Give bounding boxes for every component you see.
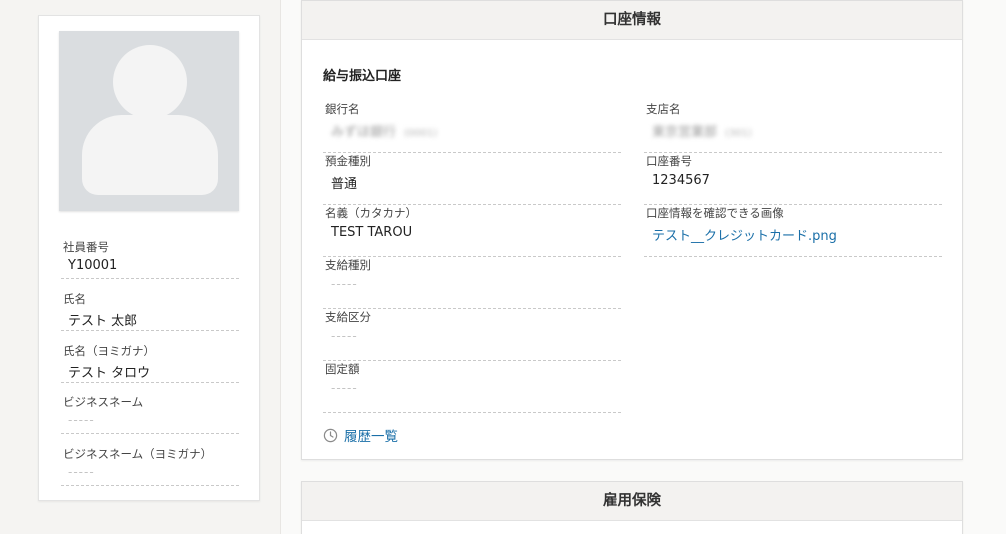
account-image-link[interactable]: テスト__クレジットカード.png [652,225,837,244]
field-value: Y10001 [68,258,118,273]
clock-icon [323,428,338,442]
employee-number-field: 社員番号 Y10001 [61,227,239,279]
field-label: 氏名（ヨミガナ） [63,344,155,358]
branch-name-field: 支店名 東京営業部 (301) [644,101,942,153]
account-image-field: 口座情報を確認できる画像 テスト__クレジットカード.png [644,205,942,257]
bank-code-value: (0001) [404,128,438,139]
field-value: ----- [331,329,358,343]
name-field: 氏名 テスト 太郎 [61,279,239,331]
field-value: テスト タロウ [68,366,151,381]
business-name-field: ビジネスネーム ----- [61,382,239,434]
avatar [59,31,239,211]
card-title: 口座情報 [302,1,962,40]
name-kana-field: 氏名（ヨミガナ） テスト タロウ [61,331,239,383]
business-name-kana-field: ビジネスネーム（ヨミガナ） ----- [61,434,239,486]
bank-name-value: みずほ銀行 [331,125,397,140]
fixed-amount-field: 固定額 ----- [323,361,621,413]
payment-type-field: 支給種別 ----- [323,257,621,309]
field-value: 普通 [331,177,358,192]
field-value: TEST TAROU [331,225,413,240]
field-label: 支給種別 [325,258,371,272]
column-divider [280,0,281,534]
history-list-link[interactable]: 履歴一覧 [323,425,398,445]
field-label: 口座情報を確認できる画像 [646,206,784,220]
avatar-placeholder-head [113,45,187,119]
card-title: 雇用保険 [302,482,962,521]
profile-card: 社員番号 Y10001 氏名 テスト 太郎 氏名（ヨミガナ） テスト タロウ ビ… [38,15,260,501]
field-value: テスト 太郎 [68,314,138,329]
field-label: 口座番号 [646,154,692,168]
account-number-field: 口座番号 1234567 [644,153,942,205]
field-value: 1234567 [652,173,710,188]
field-value: 東京営業部 (301) [652,121,752,140]
history-list-label: 履歴一覧 [344,429,398,445]
account-holder-field: 名義（カタカナ） TEST TAROU [323,205,621,257]
field-label: 固定額 [325,362,360,376]
field-label: 預金種別 [325,154,371,168]
field-label: 氏名 [63,292,86,306]
deposit-type-field: 預金種別 普通 [323,153,621,205]
field-value: ----- [68,413,95,427]
field-label: ビジネスネーム（ヨミガナ） [63,447,213,461]
branch-name-value: 東京営業部 [652,125,718,140]
avatar-placeholder-body [82,115,218,195]
bank-name-field: 銀行名 みずほ銀行 (0001) [323,101,621,153]
page: 社員番号 Y10001 氏名 テスト 太郎 氏名（ヨミガナ） テスト タロウ ビ… [0,0,1006,534]
field-value: ----- [331,381,358,395]
field-label: 社員番号 [63,240,109,254]
field-label: 銀行名 [325,102,360,116]
section-title: 給与振込口座 [323,69,402,84]
field-label: 支店名 [646,102,681,116]
field-value: みずほ銀行 (0001) [331,121,437,140]
field-label: 名義（カタカナ） [325,206,417,220]
payment-category-field: 支給区分 ----- [323,309,621,361]
field-label: ビジネスネーム [63,395,144,409]
account-info-card: 口座情報 給与振込口座 銀行名 みずほ銀行 (0001) 預金種別 普通 名義（カ… [301,0,963,460]
branch-code-value: (301) [725,128,752,139]
field-value: ----- [68,465,95,479]
field-label: 支給区分 [325,310,371,324]
employment-insurance-card: 雇用保険 [301,481,963,534]
field-value: ----- [331,277,358,291]
